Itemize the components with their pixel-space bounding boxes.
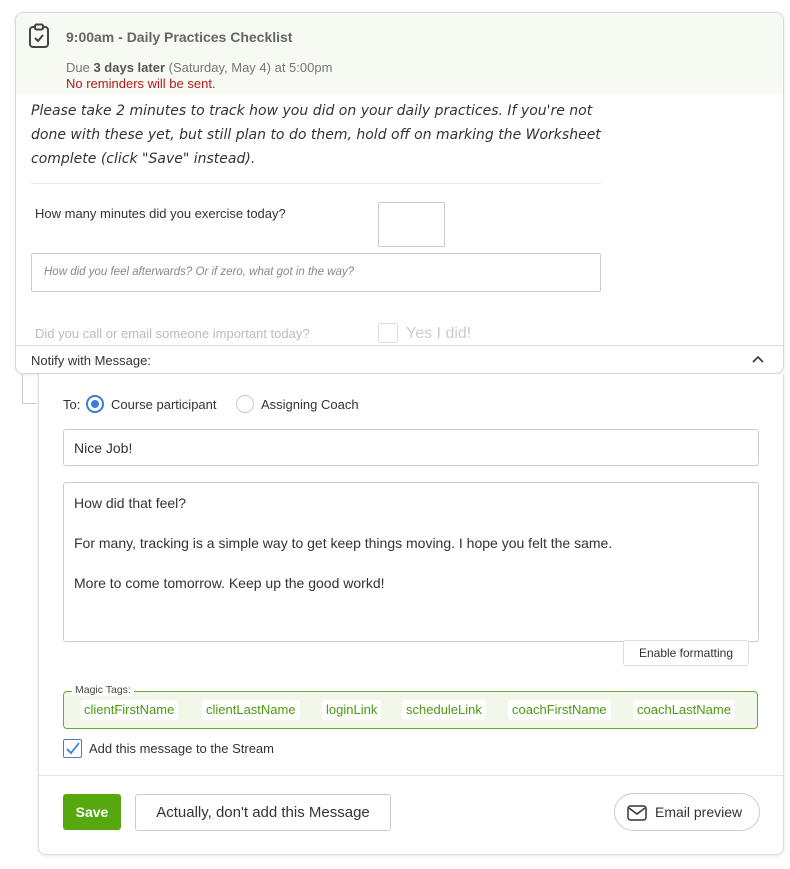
body-line: How did that feel? [74,495,187,511]
exercise-minutes-input[interactable] [378,202,445,247]
magic-tag[interactable]: loginLink [322,700,382,720]
chevron-up-icon[interactable] [751,353,765,367]
magic-tag[interactable]: clientLastName [202,700,300,720]
course-participant-label: Course participant [111,397,217,412]
stream-label: Add this message to the Stream [89,741,274,756]
radio-assigning-coach[interactable] [236,395,254,413]
stream-checkbox[interactable] [63,739,82,758]
magic-tag[interactable]: clientFirstName [80,700,179,720]
divider [31,183,601,184]
connector-arrow-icon [22,374,36,404]
email-preview-button[interactable]: Email preview [614,793,760,831]
magic-tag[interactable]: scheduleLink [402,700,486,720]
envelope-icon [627,805,647,821]
radio-course-participant[interactable] [86,395,104,413]
call-question: Did you call or email someone important … [35,326,310,341]
magic-tags: Magic Tags: clientFirstName clientLastNa… [63,684,758,729]
email-preview-label: Email preview [655,804,743,820]
worksheet-card: 9:00am - Daily Practices Checklist Due 3… [15,12,784,374]
enable-formatting-button[interactable]: Enable formatting [623,640,749,666]
checkmark-icon [66,742,80,755]
cancel-message-button[interactable]: Actually, don't add this Message [135,794,391,831]
clipboard-check-icon [29,23,49,48]
notify-toggle[interactable]: Notify with Message: [16,345,783,373]
save-button[interactable]: Save [63,794,121,830]
task-header: 9:00am - Daily Practices Checklist Due 3… [16,13,783,94]
body-line: For many, tracking is a simple way to ge… [74,535,613,551]
due-relative: 3 days later [93,60,166,75]
subject-input[interactable]: Nice Job! [63,429,759,466]
exercise-question: How many minutes did you exercise today? [35,206,286,221]
magic-tags-label: Magic Tags: [72,684,134,696]
yes-label: Yes I did! [406,325,472,342]
to-label: To: [63,397,81,412]
due-prefix: Due [66,60,94,75]
divider [39,775,783,776]
reminder-warning: No reminders will be sent. [66,76,216,91]
message-body-textarea[interactable]: How did that feel? For many, tracking is… [63,482,759,642]
body-line: More to come tomorrow. Keep up the good … [74,575,385,591]
assigning-coach-label: Assigning Coach [261,397,359,412]
yes-checkbox[interactable] [378,323,398,343]
task-title: 9:00am - Daily Practices Checklist [66,29,293,45]
magic-tag[interactable]: coachLastName [633,700,735,720]
feel-input[interactable]: How did you feel afterwards? Or if zero,… [31,253,601,292]
magic-tag[interactable]: coachFirstName [508,700,611,720]
message-card: To: Course participant Assigning Coach N… [38,374,784,855]
due-absolute: (Saturday, May 4) at 5:00pm [165,60,333,75]
notify-label: Notify with Message: [31,353,151,368]
due-date: Due 3 days later (Saturday, May 4) at 5:… [66,60,332,75]
worksheet-intro: Please take 2 minutes to track how you d… [31,103,601,167]
